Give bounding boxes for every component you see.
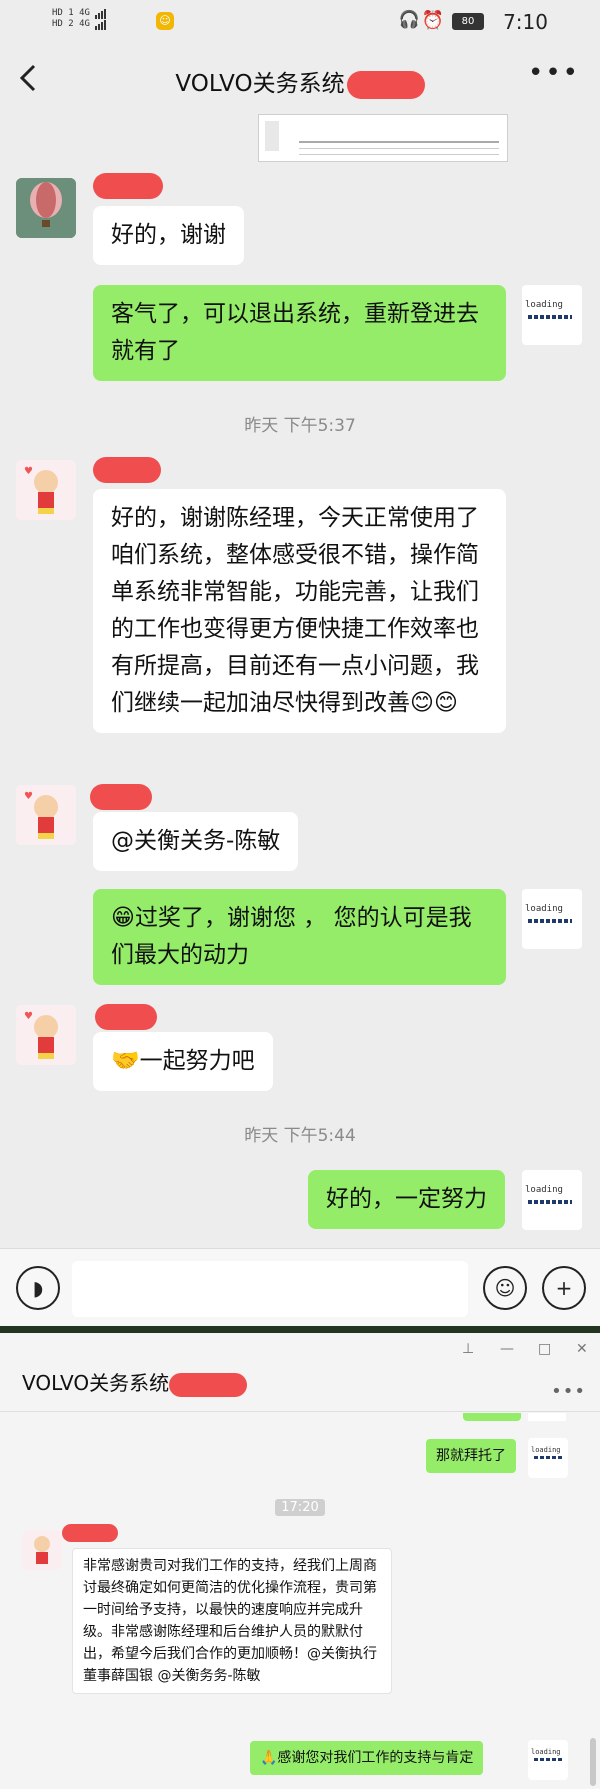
plus-button[interactable]: + <box>542 1266 586 1310</box>
voice-icon: ◗ <box>32 1276 44 1300</box>
avatar[interactable] <box>16 178 76 238</box>
divider <box>0 1326 600 1333</box>
sender-name-redacted <box>93 457 161 483</box>
svg-text:♥: ♥ <box>24 466 33 477</box>
emoji-icon: ☺ <box>494 1276 516 1300</box>
cartoon-character-avatar-icon <box>22 1530 62 1570</box>
cartoon-character-avatar-icon: ♥ <box>16 460 76 520</box>
headset-icon: 🎧 <box>398 10 420 30</box>
status-bar: HD 1 4G HD 2 4G ☺ 🎧 ⏰ 80 7:10 <box>0 0 600 44</box>
message-bubble[interactable]: 非常感谢贵司对我们工作的支持，经我们上周商讨最终确定如何更简洁的优化操作流程，贵… <box>72 1548 392 1694</box>
input-bar: ◗ ☺ + <box>0 1248 600 1327</box>
avatar[interactable]: ♥ <box>16 1005 76 1065</box>
avatar[interactable]: loading <box>528 1740 568 1780</box>
sender-name-redacted <box>95 1004 157 1030</box>
redacted-name <box>169 1372 248 1397</box>
loading-bar-icon <box>528 315 572 319</box>
image-message-thumbnail[interactable] <box>258 114 508 162</box>
redacted-name <box>346 70 425 99</box>
pin-button[interactable]: ⊥ <box>462 1341 474 1357</box>
avatar[interactable]: ♥ <box>16 460 76 520</box>
divider <box>0 1411 600 1412</box>
avatar-label: loading <box>531 1748 561 1756</box>
chat-title: VOLVO关务系统 <box>0 64 600 99</box>
clock: 7:10 <box>503 10 548 34</box>
avatar-label: loading <box>525 904 563 914</box>
timestamp: 17:20 <box>275 1499 325 1516</box>
message-bubble[interactable]: 客气了，可以退出系统，重新登进去就有了 <box>93 285 506 381</box>
loading-bar-icon <box>528 1200 572 1204</box>
cartoon-character-avatar-icon: ♥ <box>16 785 76 845</box>
minimize-button[interactable]: — <box>500 1341 514 1357</box>
maximize-icon: □ <box>538 1341 552 1357</box>
battery-icon: 80 <box>452 13 484 30</box>
timestamp-wrap: 17:20 <box>0 1496 600 1516</box>
desktop-more-button[interactable]: ••• <box>551 1381 586 1402</box>
avatar[interactable]: loading <box>528 1438 568 1478</box>
chat-title-text: VOLVO关务系统 <box>175 71 345 97</box>
more-dots-icon: ••• <box>527 58 580 88</box>
pin-icon: ⊥ <box>462 1341 475 1357</box>
voice-button[interactable]: ◗ <box>16 1266 60 1310</box>
avatar[interactable] <box>22 1530 62 1570</box>
emoji-button[interactable]: ☺ <box>483 1266 527 1310</box>
avatar[interactable]: loading <box>522 889 582 949</box>
message-bubble[interactable]: 🤝一起努力吧 <box>93 1032 273 1091</box>
message-input[interactable] <box>72 1261 468 1317</box>
chat-header: VOLVO关务系统 ••• <box>0 44 600 114</box>
sender-name-redacted <box>90 784 152 810</box>
timestamp: 昨天 下午5:44 <box>244 1126 356 1146</box>
hot-air-balloon-avatar-icon <box>16 178 76 238</box>
scrollbar[interactable] <box>590 1738 596 1786</box>
avatar-label: loading <box>525 1185 563 1195</box>
maximize-button[interactable]: □ <box>538 1341 551 1357</box>
avatar[interactable]: ♥ <box>16 785 76 845</box>
message-bubble[interactable]: 那就拜托了 <box>426 1439 516 1473</box>
loading-bar-icon <box>534 1456 562 1459</box>
timestamp: 昨天 下午5:37 <box>244 416 356 436</box>
avatar-label: loading <box>525 300 563 310</box>
more-dots-icon: ••• <box>551 1381 586 1402</box>
minimize-icon: — <box>500 1341 514 1357</box>
network-2-label: HD 2 4G <box>52 19 90 29</box>
network-1-label: HD 1 4G <box>52 8 90 18</box>
message-bubble[interactable]: @关衡关务-陈敏 <box>93 812 299 871</box>
close-button[interactable]: ✕ <box>576 1341 588 1357</box>
app-notification-icon: ☺ <box>156 12 174 30</box>
message-bubble[interactable]: 😁过奖了，谢谢您 ， 您的认可是我们最大的动力 <box>93 889 506 985</box>
sender-name-redacted <box>93 173 163 199</box>
avatar[interactable]: loading <box>522 285 582 345</box>
svg-text:♥: ♥ <box>24 791 33 802</box>
message-bubble[interactable]: 好的，一定努力 <box>308 1170 505 1229</box>
signal-indicator: HD 1 4G HD 2 4G <box>52 8 107 30</box>
partial-avatar <box>528 1413 566 1421</box>
avatar-label: loading <box>531 1446 561 1454</box>
message-bubble[interactable]: 好的，谢谢陈经理，今天正常使用了咱们系统，整体感受很不错，操作简单系统非常智能，… <box>93 489 506 733</box>
svg-text:♥: ♥ <box>24 1011 33 1022</box>
desktop-chat-title-text: VOLVO关务系统 <box>22 1371 170 1395</box>
loading-bar-icon <box>534 1758 562 1761</box>
message-bubble[interactable]: 好的，谢谢 <box>93 206 244 265</box>
plus-icon: + <box>555 1276 573 1300</box>
desktop-chat-title: VOLVO关务系统 <box>22 1367 248 1397</box>
message-bubble[interactable]: 🙏感谢您对我们工作的支持与肯定 <box>250 1741 484 1775</box>
close-icon: ✕ <box>576 1341 588 1357</box>
partial-bubble <box>463 1413 521 1421</box>
sender-name-redacted <box>62 1524 118 1542</box>
more-button[interactable]: ••• <box>528 58 580 88</box>
cartoon-character-avatar-icon: ♥ <box>16 1005 76 1065</box>
loading-bar-icon <box>528 919 572 923</box>
avatar[interactable]: loading <box>522 1170 582 1230</box>
desktop-chat-window: ⊥ — □ ✕ VOLVO关务系统 ••• 那就拜托了 loading 17:2… <box>0 1333 600 1789</box>
alarm-icon: ⏰ <box>421 10 444 31</box>
